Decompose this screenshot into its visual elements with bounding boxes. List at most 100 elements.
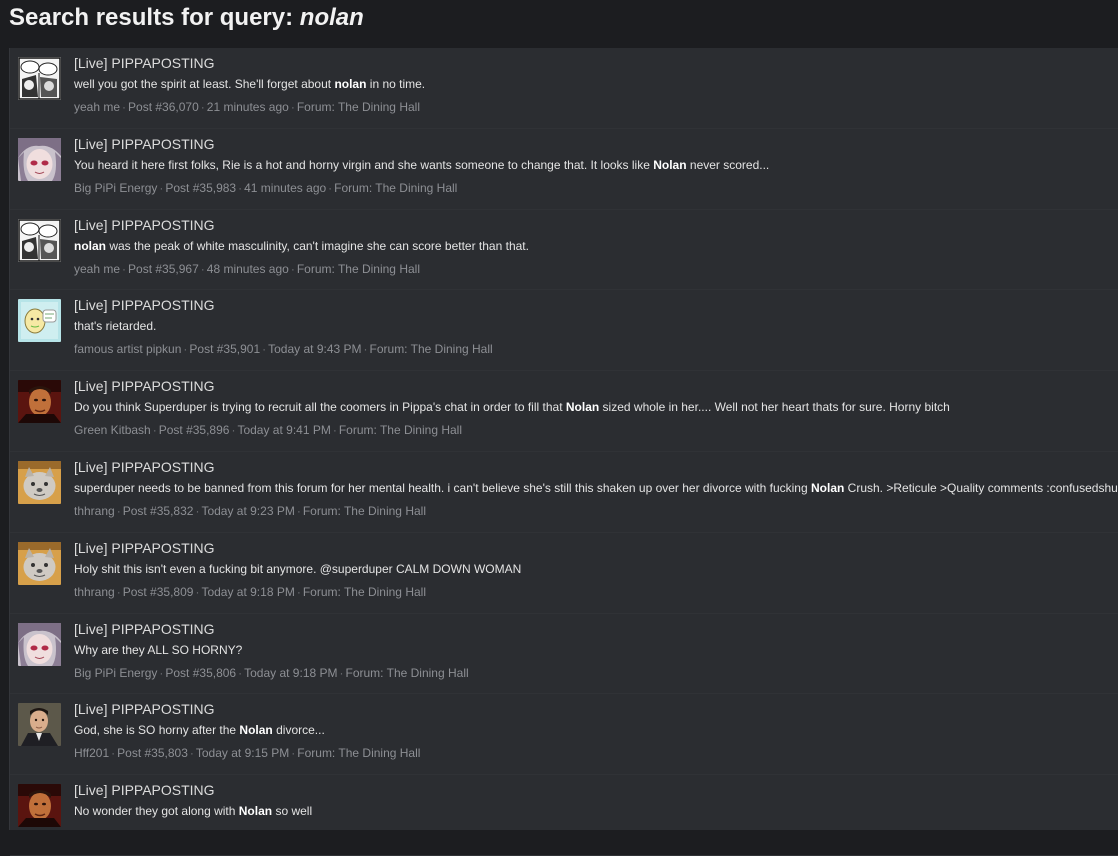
search-result-item[interactable]: [Live] PIPPAPOSTING God, she is SO horny …: [10, 694, 1118, 775]
doodle-avatar[interactable]: [18, 299, 61, 342]
author-link[interactable]: Big PiPi Energy: [74, 181, 157, 195]
author-link[interactable]: famous artist pipkun: [74, 342, 181, 356]
meta-separator: ·: [120, 262, 128, 276]
query-highlight: Nolan: [566, 400, 599, 414]
result-title-link[interactable]: [Live] PIPPAPOSTING: [74, 378, 1110, 395]
search-result-item[interactable]: [Live] PIPPAPOSTING well you got the spir…: [10, 48, 1118, 129]
forum-link[interactable]: Forum: The Dining Hall: [370, 342, 493, 356]
meta-separator: ·: [295, 585, 303, 599]
query-highlight: nolan: [334, 77, 366, 91]
anime-girl-avatar[interactable]: [18, 138, 61, 181]
result-meta: thhrang·Post #35,809·Today at 9:18 PM·Fo…: [74, 585, 1110, 599]
result-title-link[interactable]: [Live] PIPPAPOSTING: [74, 297, 1110, 314]
forum-link[interactable]: Forum: The Dining Hall: [297, 100, 420, 114]
forum-link[interactable]: Forum: The Dining Hall: [297, 262, 420, 276]
post-number[interactable]: Post #35,803: [117, 746, 188, 760]
result-snippet[interactable]: that's rietarded.: [74, 319, 1110, 334]
result-snippet[interactable]: superduper needs to be banned from this …: [74, 481, 1110, 496]
result-snippet[interactable]: Why are they ALL SO HORNY?: [74, 643, 1110, 658]
search-result-item[interactable]: [Live] PIPPAPOSTING No wonder they got al…: [10, 775, 1118, 856]
search-result-item[interactable]: [Live] PIPPAPOSTING Holy shit this isn't …: [10, 533, 1118, 614]
post-number[interactable]: Post #35,806: [165, 666, 236, 680]
post-number[interactable]: Post #35,832: [123, 504, 194, 518]
forum-link[interactable]: Forum: The Dining Hall: [303, 585, 426, 599]
result-snippet[interactable]: Holy shit this isn't even a fucking bit …: [74, 562, 1110, 577]
result-title-link[interactable]: [Live] PIPPAPOSTING: [74, 136, 1110, 153]
result-title-link[interactable]: [Live] PIPPAPOSTING: [74, 782, 1110, 799]
page-title: Search results for query: nolan: [9, 4, 1118, 32]
author-link[interactable]: yeah me: [74, 262, 120, 276]
man-red-avatar[interactable]: [18, 380, 61, 423]
post-number[interactable]: Post #35,967: [128, 262, 199, 276]
post-number[interactable]: Post #35,809: [123, 585, 194, 599]
forum-link[interactable]: Forum: The Dining Hall: [334, 181, 457, 195]
result-snippet[interactable]: God, she is SO horny after the Nolan div…: [74, 723, 1110, 738]
author-link[interactable]: yeah me: [74, 100, 120, 114]
query-highlight: Nolan: [811, 481, 844, 495]
search-result-item[interactable]: [Live] PIPPAPOSTING Do you think Superdup…: [10, 371, 1118, 452]
meta-separator: ·: [338, 666, 346, 680]
search-result-item[interactable]: [Live] PIPPAPOSTING superduper needs to b…: [10, 452, 1118, 533]
result-snippet[interactable]: No wonder they got along with Nolan so w…: [74, 804, 1110, 819]
meta-separator: ·: [109, 746, 117, 760]
shiba-avatar[interactable]: [18, 461, 61, 504]
snippet-text: Why are they ALL SO HORNY?: [74, 643, 242, 657]
post-time: Today at 9:15 PM: [196, 746, 289, 760]
post-time: 21 minutes ago: [207, 100, 289, 114]
result-title-link[interactable]: [Live] PIPPAPOSTING: [74, 217, 1110, 234]
snippet-text: was the peak of white masculinity, can't…: [106, 239, 529, 253]
meta-separator: ·: [151, 423, 159, 437]
meta-separator: ·: [236, 181, 244, 195]
result-title-link[interactable]: [Live] PIPPAPOSTING: [74, 701, 1110, 718]
post-time: 48 minutes ago: [207, 262, 289, 276]
anime-girl-avatar[interactable]: [18, 623, 61, 666]
meta-separator: ·: [289, 100, 297, 114]
post-number[interactable]: Post #36,070: [128, 100, 199, 114]
author-link[interactable]: thhrang: [74, 585, 115, 599]
man-red-avatar[interactable]: [18, 784, 61, 827]
author-link[interactable]: thhrang: [74, 504, 115, 518]
post-number[interactable]: Post #35,896: [159, 423, 230, 437]
result-snippet[interactable]: well you got the spirit at least. She'll…: [74, 77, 1110, 92]
author-link[interactable]: Hff201: [74, 746, 109, 760]
man-suit-avatar[interactable]: [18, 703, 61, 746]
post-number[interactable]: Post #35,901: [189, 342, 260, 356]
result-meta: Big PiPi Energy·Post #35,806·Today at 9:…: [74, 666, 1110, 680]
title-prefix: Search results for query:: [9, 4, 293, 31]
snippet-text: well you got the spirit at least. She'll…: [74, 77, 334, 91]
manga-panel-avatar[interactable]: [18, 219, 61, 262]
search-result-item[interactable]: [Live] PIPPAPOSTING nolan was the peak of…: [10, 210, 1118, 291]
meta-separator: ·: [188, 746, 196, 760]
meta-separator: ·: [295, 504, 303, 518]
query-highlight: Nolan: [239, 804, 272, 818]
forum-link[interactable]: Forum: The Dining Hall: [346, 666, 469, 680]
meta-separator: ·: [236, 666, 244, 680]
snippet-text: so well: [272, 804, 312, 818]
shiba-avatar[interactable]: [18, 542, 61, 585]
result-meta: Big PiPi Energy·Post #35,983·41 minutes …: [74, 181, 1110, 195]
result-meta: yeah me·Post #36,070·21 minutes ago·Foru…: [74, 100, 1110, 114]
forum-link[interactable]: Forum: The Dining Hall: [339, 423, 462, 437]
post-number[interactable]: Post #35,983: [165, 181, 236, 195]
meta-separator: ·: [289, 262, 297, 276]
search-query[interactable]: nolan: [300, 4, 364, 31]
search-result-item[interactable]: [Live] PIPPAPOSTING Why are they ALL SO H…: [10, 614, 1118, 695]
search-result-item[interactable]: [Live] PIPPAPOSTING that's rietarded. famo…: [10, 290, 1118, 371]
forum-link[interactable]: Forum: The Dining Hall: [297, 746, 420, 760]
author-link[interactable]: Green Kitbash: [74, 423, 151, 437]
forum-link[interactable]: Forum: The Dining Hall: [303, 504, 426, 518]
result-title-link[interactable]: [Live] PIPPAPOSTING: [74, 55, 1110, 72]
manga-panel-avatar[interactable]: [18, 57, 61, 100]
result-title-link[interactable]: [Live] PIPPAPOSTING: [74, 459, 1110, 476]
result-title-link[interactable]: [Live] PIPPAPOSTING: [74, 621, 1110, 638]
result-snippet[interactable]: nolan was the peak of white masculinity,…: [74, 239, 1110, 254]
result-snippet[interactable]: You heard it here first folks, Rie is a …: [74, 158, 1110, 173]
search-result-item[interactable]: [Live] PIPPAPOSTING You heard it here fir…: [10, 129, 1118, 210]
post-time: Today at 9:23 PM: [201, 504, 294, 518]
meta-separator: ·: [362, 342, 370, 356]
result-snippet[interactable]: Do you think Superduper is trying to rec…: [74, 400, 1110, 415]
author-link[interactable]: Big PiPi Energy: [74, 666, 157, 680]
snippet-text: Crush. >Reticule >Quality comments :conf…: [844, 481, 1118, 495]
meta-separator: ·: [331, 423, 339, 437]
result-title-link[interactable]: [Live] PIPPAPOSTING: [74, 540, 1110, 557]
